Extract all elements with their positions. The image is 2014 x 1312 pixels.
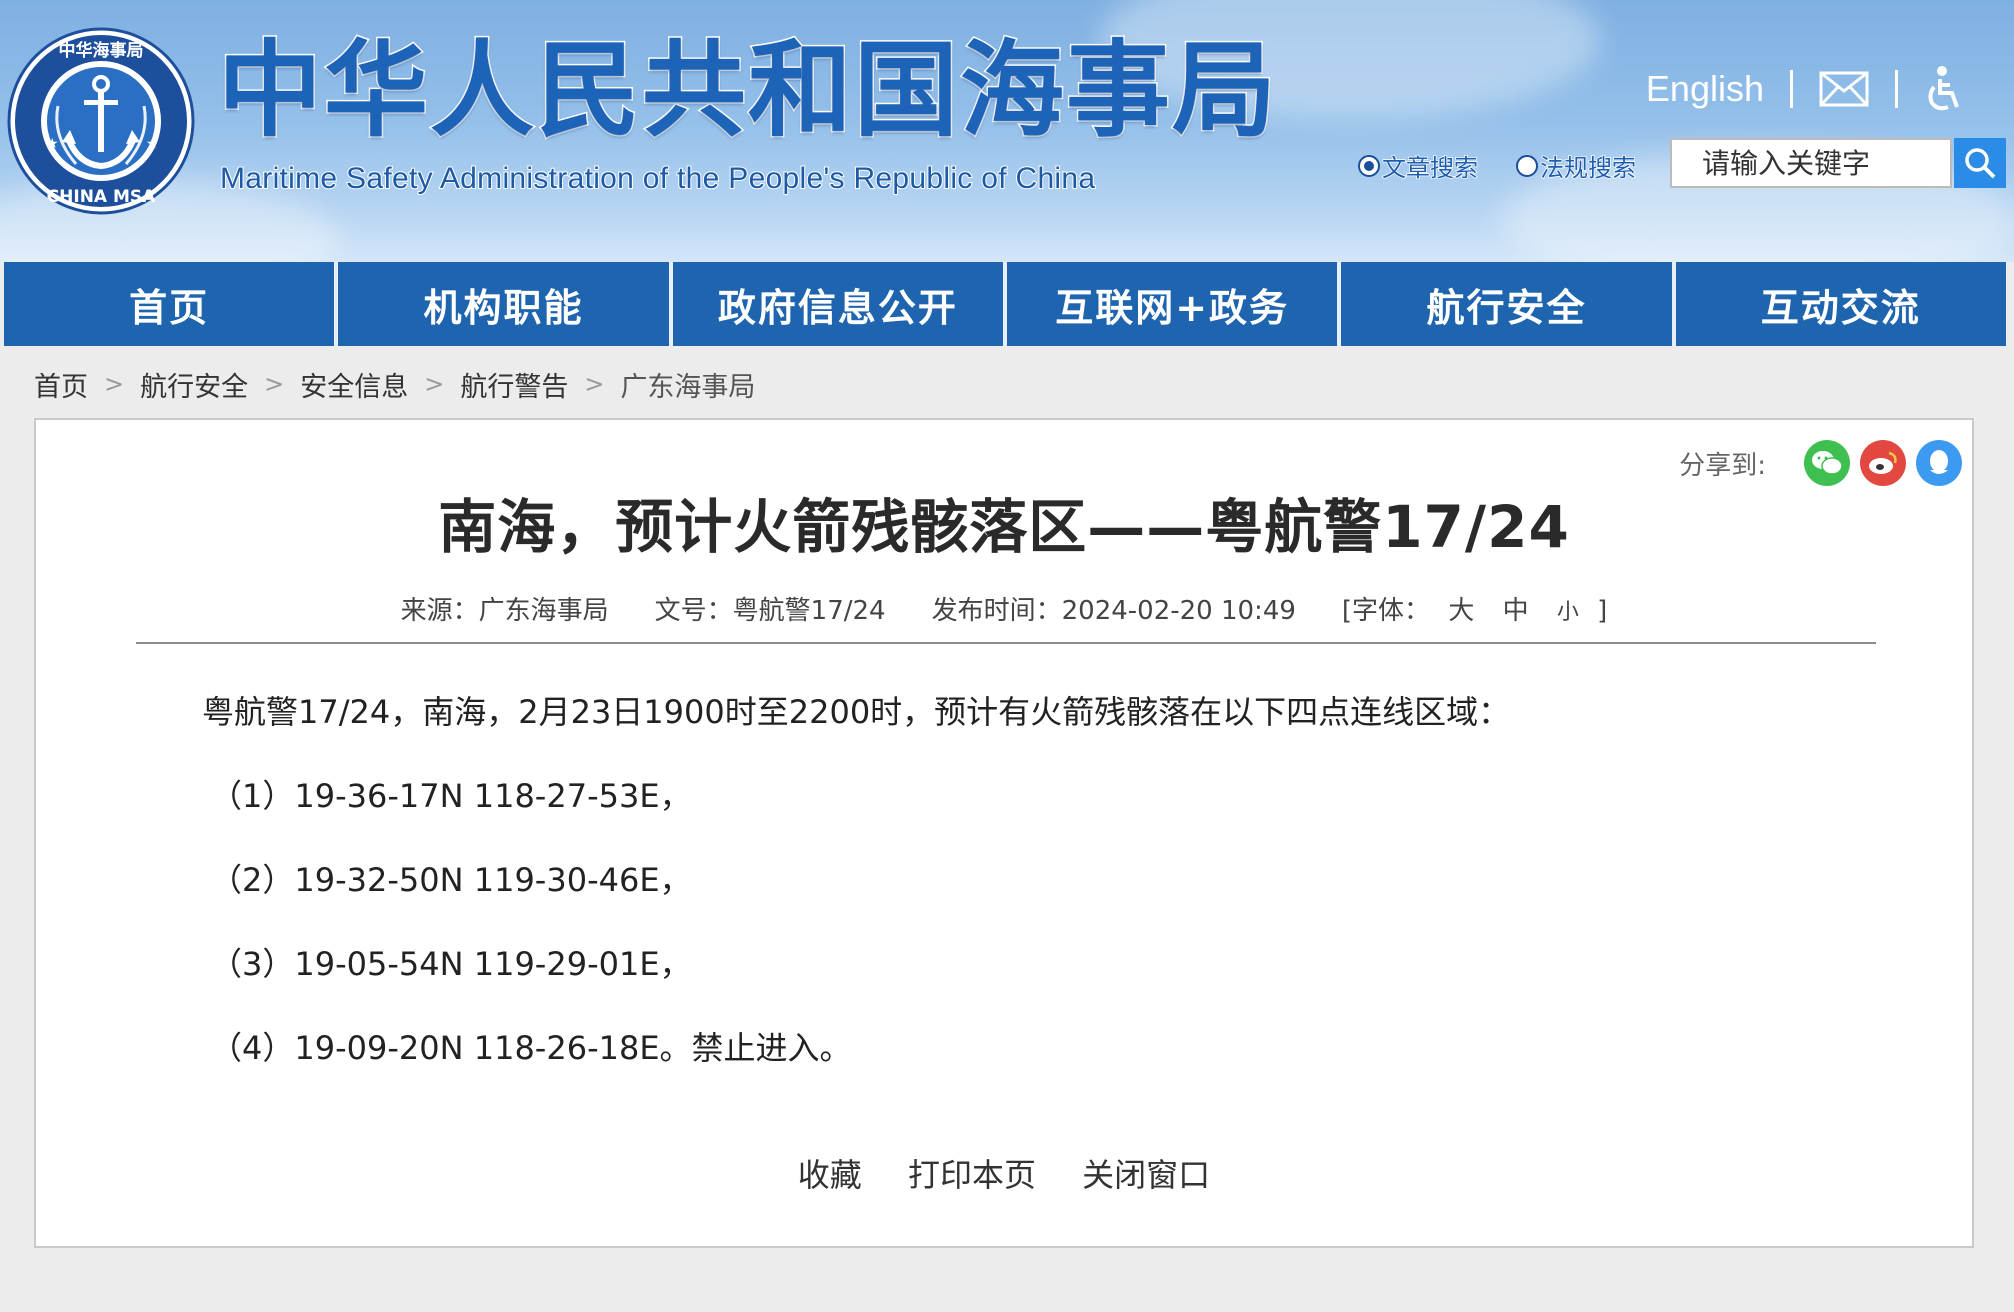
nav-item-functions[interactable]: 机构职能 [338, 262, 673, 346]
coordinate-line: （2）19-32-50N 119-30-46E， [210, 861, 692, 899]
nav-item-internet-gov[interactable]: 互联网+政务 [1006, 262, 1342, 346]
radio-unselected-icon[interactable] [1516, 154, 1538, 177]
coordinate-line: （3）19-05-54N 119-29-01E， [210, 945, 692, 983]
emblem-top-text: 中华海事局 [59, 40, 144, 61]
print-link[interactable]: 打印本页 [908, 1156, 1036, 1194]
page: ★ ★ 中华海事局 CHINA MSA 中华人民共和国海事局 Maritime … [0, 0, 2014, 1312]
breadcrumb-separator: > [584, 370, 605, 398]
close-window-link[interactable]: 关闭窗口 [1082, 1156, 1210, 1194]
meta-divider [136, 642, 1876, 644]
meta-published: 发布时间：2024-02-20 10:49 [931, 596, 1296, 626]
breadcrumb-item-safety-info[interactable]: 安全信息 [300, 365, 408, 404]
divider [1790, 70, 1793, 108]
breadcrumb-item-guangdong-msa[interactable]: 广东海事局 [620, 365, 755, 404]
site-subtitle: Maritime Safety Administration of the Pe… [219, 161, 1096, 196]
article-container: 分享到: 南海，预计火箭残骸落区——粤航警17/24 来源：广东海事局 文号：粤航… [34, 418, 1974, 1248]
breadcrumb: 首页 > 航行安全 > 安全信息 > 航行警告 > 广东海事局 [34, 364, 755, 404]
meta-doc-no: 文号：粤航警17/24 [654, 596, 886, 626]
favorite-link[interactable]: 收藏 [798, 1156, 862, 1194]
search-option-regulation[interactable]: 法规搜索 [1516, 148, 1637, 183]
font-size-close: ] [1597, 596, 1608, 626]
article-actions: 收藏 打印本页 关闭窗口 [36, 1150, 1972, 1196]
search-option-article[interactable]: 文章搜索 [1358, 148, 1479, 183]
search-option-label: 文章搜索 [1381, 153, 1479, 183]
search-icon [1965, 148, 1996, 179]
breadcrumb-separator: > [424, 370, 445, 398]
font-size-large[interactable]: 大 [1448, 596, 1474, 626]
coordinate-line: （4）19-09-20N 118-26-18E。禁止进入。 [210, 1029, 852, 1067]
site-header: ★ ★ 中华海事局 CHINA MSA 中华人民共和国海事局 Maritime … [0, 0, 2014, 262]
english-link[interactable]: English [1646, 68, 1764, 110]
main-nav: 首页 机构职能 政府信息公开 互联网+政务 航行安全 互动交流 [4, 262, 2006, 346]
breadcrumb-separator: > [264, 370, 285, 398]
coordinate-line: （1）19-36-17N 118-27-53E， [210, 777, 692, 815]
msa-emblem-logo[interactable]: ★ ★ 中华海事局 CHINA MSA [6, 26, 196, 216]
article-meta: 来源：广东海事局 文号：粤航警17/24 发布时间：2024-02-20 10:49… [36, 590, 1972, 627]
svg-text:★: ★ [146, 136, 159, 152]
share-label: 分享到: [1679, 450, 1766, 481]
breadcrumb-item-home[interactable]: 首页 [34, 365, 88, 404]
search-button[interactable] [1954, 138, 2006, 188]
svg-text:★: ★ [46, 136, 59, 152]
meta-source: 来源：广东海事局 [400, 596, 609, 626]
font-size-medium[interactable]: 中 [1503, 596, 1529, 626]
article-lead: 粤航警17/24，南海，2月23日1900时至2200时，预计有火箭残骸落在以下… [202, 693, 1511, 731]
nav-item-gov-info[interactable]: 政府信息公开 [672, 262, 1007, 346]
divider [1895, 70, 1898, 108]
radio-selected-icon[interactable] [1358, 154, 1380, 177]
top-links: English [1646, 64, 1964, 114]
accessibility-icon[interactable] [1924, 65, 1964, 113]
nav-item-interaction[interactable]: 互动交流 [1675, 262, 2006, 346]
font-size-small[interactable]: 小 [1557, 600, 1579, 625]
search-option-label: 法规搜索 [1539, 153, 1637, 183]
search-area: 文章搜索 法规搜索 [1358, 138, 2014, 188]
article-title: 南海，预计火箭残骸落区——粤航警17/24 [438, 493, 1570, 561]
nav-item-navigation-safety[interactable]: 航行安全 [1341, 262, 1676, 346]
font-size-label: [字体： [1341, 596, 1431, 626]
search-input[interactable] [1670, 138, 1952, 188]
article-body: 粤航警17/24，南海，2月23日1900时至2200时，预计有火箭残骸落在以下… [202, 690, 1802, 1110]
nav-item-home[interactable]: 首页 [4, 262, 339, 346]
emblem-bottom-text: CHINA MSA [47, 187, 156, 207]
breadcrumb-item-navigation-safety[interactable]: 航行安全 [140, 365, 248, 404]
breadcrumb-separator: > [104, 370, 125, 398]
mail-icon[interactable] [1819, 71, 1869, 107]
breadcrumb-item-nav-warning[interactable]: 航行警告 [460, 365, 568, 404]
site-title: 中华人民共和国海事局 [216, 29, 1279, 151]
